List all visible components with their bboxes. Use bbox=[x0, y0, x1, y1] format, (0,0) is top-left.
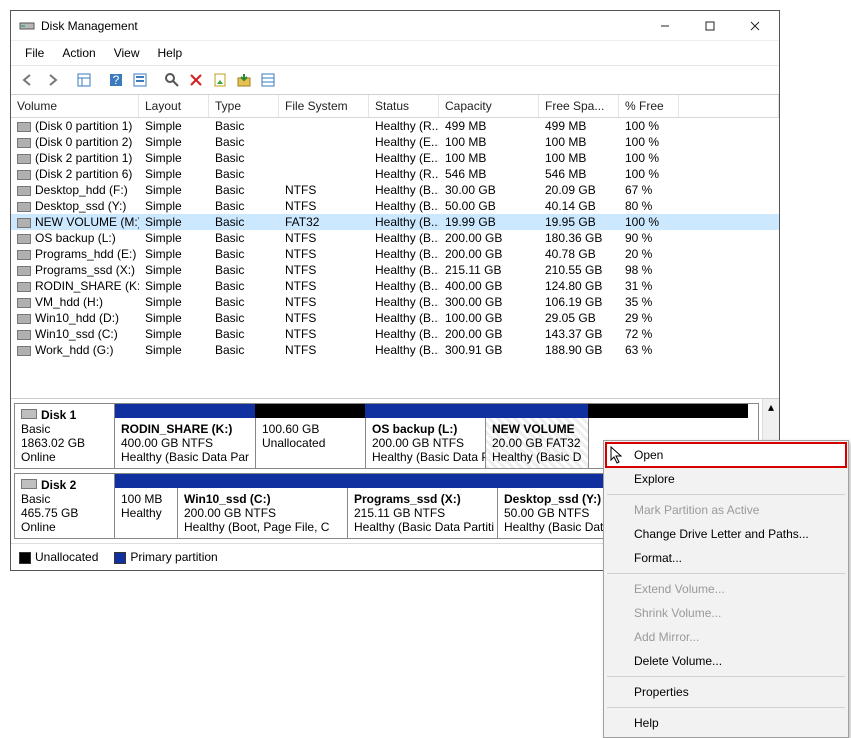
partition-box[interactable]: NEW VOLUME 20.00 GB FAT32Healthy (Basic … bbox=[485, 418, 588, 468]
partition-box[interactable]: 100 MBHealthy bbox=[115, 488, 177, 538]
volume-row[interactable]: VM_hdd (H:)SimpleBasicNTFSHealthy (B...3… bbox=[11, 294, 779, 310]
partition-box[interactable]: Win10_ssd (C:)200.00 GB NTFSHealthy (Boo… bbox=[177, 488, 347, 538]
volume-list-header: Volume Layout Type File System Status Ca… bbox=[11, 95, 779, 118]
partition-box[interactable]: Programs_ssd (X:)215.11 GB NTFSHealthy (… bbox=[347, 488, 497, 538]
app-icon bbox=[19, 18, 35, 34]
show-hide-tree-button[interactable] bbox=[73, 69, 95, 91]
col-spacer bbox=[679, 95, 779, 117]
legend-primary: Primary partition bbox=[114, 550, 217, 564]
context-menu-item[interactable]: Format... bbox=[606, 546, 846, 570]
menu-file[interactable]: File bbox=[17, 43, 52, 63]
settings-button[interactable] bbox=[129, 69, 151, 91]
volume-row[interactable]: NEW VOLUME (M:)SimpleBasicFAT32Healthy (… bbox=[11, 214, 779, 230]
action-button[interactable] bbox=[233, 69, 255, 91]
titlebar: Disk Management bbox=[11, 11, 779, 41]
minimize-button[interactable] bbox=[642, 12, 687, 40]
properties-button[interactable] bbox=[209, 69, 231, 91]
col-volume[interactable]: Volume bbox=[11, 95, 139, 117]
menubar: File Action View Help bbox=[11, 41, 779, 65]
context-menu-item: Add Mirror... bbox=[606, 625, 846, 649]
volume-row[interactable]: (Disk 0 partition 2)SimpleBasicHealthy (… bbox=[11, 134, 779, 150]
partition-box[interactable]: 100.60 GBUnallocated bbox=[255, 418, 365, 468]
col-freespace[interactable]: Free Spa... bbox=[539, 95, 619, 117]
volume-row[interactable]: Win10_hdd (D:)SimpleBasicNTFSHealthy (B.… bbox=[11, 310, 779, 326]
volume-row[interactable]: Programs_hdd (E:)SimpleBasicNTFSHealthy … bbox=[11, 246, 779, 262]
volume-row[interactable]: RODIN_SHARE (K:)SimpleBasicNTFSHealthy (… bbox=[11, 278, 779, 294]
partition-box[interactable]: Desktop_ssd (Y:)50.00 GB NTFSHealthy (Ba… bbox=[497, 488, 605, 538]
toolbar: ? bbox=[11, 65, 779, 95]
col-filesystem[interactable]: File System bbox=[279, 95, 369, 117]
context-menu-item[interactable]: Properties bbox=[606, 680, 846, 704]
context-menu-item[interactable]: Explore bbox=[606, 467, 846, 491]
volume-row[interactable]: OS backup (L:)SimpleBasicNTFSHealthy (B.… bbox=[11, 230, 779, 246]
volume-row[interactable]: Desktop_hdd (F:)SimpleBasicNTFSHealthy (… bbox=[11, 182, 779, 198]
volume-row[interactable]: (Disk 2 partition 1)SimpleBasicHealthy (… bbox=[11, 150, 779, 166]
help-button[interactable]: ? bbox=[105, 69, 127, 91]
volume-list[interactable]: (Disk 0 partition 1)SimpleBasicHealthy (… bbox=[11, 118, 779, 358]
legend-unallocated: Unallocated bbox=[19, 550, 98, 564]
context-menu-item[interactable]: Change Drive Letter and Paths... bbox=[606, 522, 846, 546]
delete-button[interactable] bbox=[185, 69, 207, 91]
disk-icon bbox=[21, 479, 37, 489]
volume-row[interactable]: (Disk 0 partition 1)SimpleBasicHealthy (… bbox=[11, 118, 779, 134]
maximize-button[interactable] bbox=[687, 12, 732, 40]
volume-row[interactable]: Desktop_ssd (Y:)SimpleBasicNTFSHealthy (… bbox=[11, 198, 779, 214]
partition-box[interactable]: RODIN_SHARE (K:)400.00 GB NTFSHealthy (B… bbox=[115, 418, 255, 468]
back-button[interactable] bbox=[17, 69, 39, 91]
close-button[interactable] bbox=[732, 12, 777, 40]
list-button[interactable] bbox=[257, 69, 279, 91]
col-layout[interactable]: Layout bbox=[139, 95, 209, 117]
volume-row[interactable]: Programs_ssd (X:)SimpleBasicNTFSHealthy … bbox=[11, 262, 779, 278]
context-menu: OpenExplore Mark Partition as ActiveChang… bbox=[603, 440, 849, 738]
window-title: Disk Management bbox=[41, 19, 642, 33]
context-menu-item[interactable]: Help bbox=[606, 711, 846, 735]
menu-view[interactable]: View bbox=[106, 43, 148, 63]
col-capacity[interactable]: Capacity bbox=[439, 95, 539, 117]
volume-row[interactable]: Win10_ssd (C:)SimpleBasicNTFSHealthy (B.… bbox=[11, 326, 779, 342]
svg-text:?: ? bbox=[113, 73, 120, 87]
volume-row[interactable]: Work_hdd (G:)SimpleBasicNTFSHealthy (B..… bbox=[11, 342, 779, 358]
forward-button[interactable] bbox=[41, 69, 63, 91]
volume-row[interactable]: (Disk 2 partition 6)SimpleBasicHealthy (… bbox=[11, 166, 779, 182]
refresh-button[interactable] bbox=[161, 69, 183, 91]
context-menu-item[interactable]: Delete Volume... bbox=[606, 649, 846, 673]
disk-icon bbox=[21, 409, 37, 419]
col-type[interactable]: Type bbox=[209, 95, 279, 117]
col-pctfree[interactable]: % Free bbox=[619, 95, 679, 117]
col-status[interactable]: Status bbox=[369, 95, 439, 117]
context-menu-item: Mark Partition as Active bbox=[606, 498, 846, 522]
context-menu-item: Shrink Volume... bbox=[606, 601, 846, 625]
context-menu-item[interactable]: Open bbox=[605, 442, 847, 468]
menu-action[interactable]: Action bbox=[54, 43, 103, 63]
context-menu-item: Extend Volume... bbox=[606, 577, 846, 601]
partition-box[interactable]: OS backup (L:)200.00 GB NTFSHealthy (Bas… bbox=[365, 418, 485, 468]
menu-help[interactable]: Help bbox=[150, 43, 191, 63]
